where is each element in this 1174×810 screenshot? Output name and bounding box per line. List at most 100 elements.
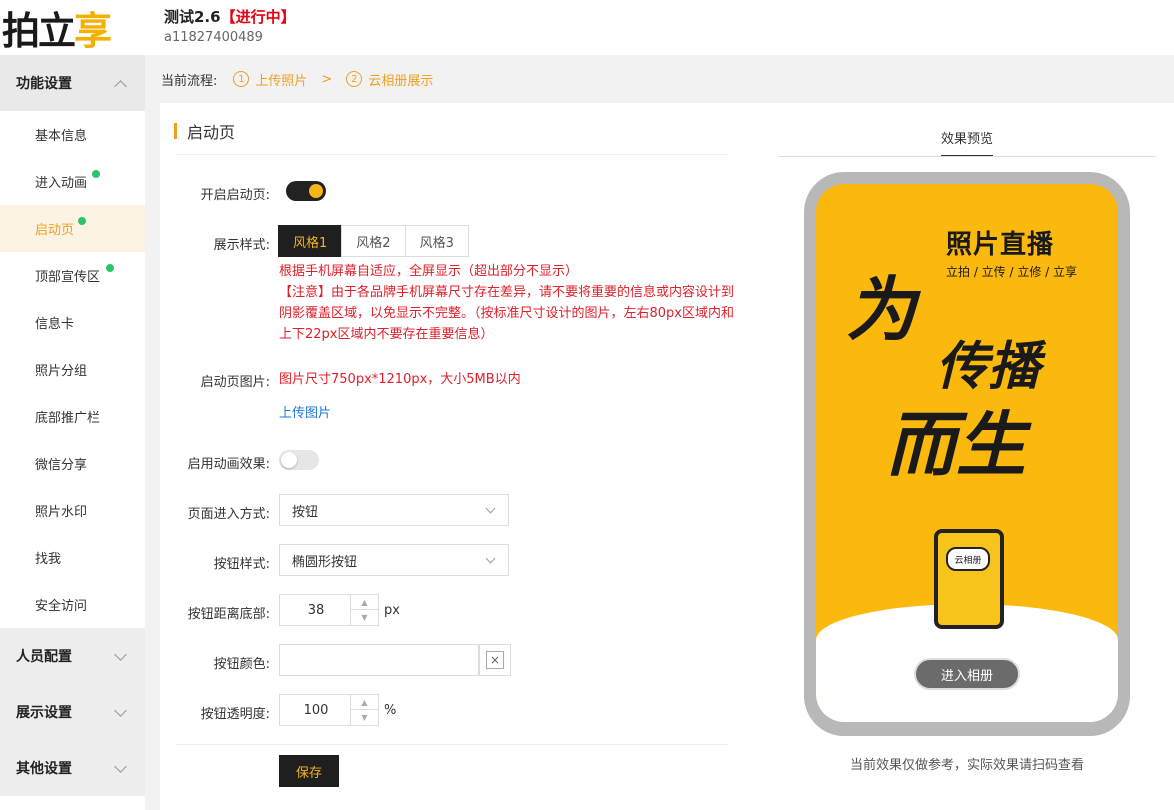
sidebar-item-label: 信息卡 [35, 317, 75, 332]
chevron-up-icon [114, 80, 127, 93]
step-label: 云相册展示 [368, 73, 434, 89]
project-name: 测试2.6 [164, 8, 221, 26]
sidebar-item-top-promo[interactable]: 顶部宣传区 [0, 252, 145, 299]
button-bottom-stepper[interactable]: 38 ▲ ▼ [279, 594, 379, 626]
style-option-1[interactable]: 风格1 [278, 225, 343, 257]
section-title-text: 启动页 [187, 123, 236, 142]
app-label: 云相册 [946, 547, 990, 571]
style-option-3[interactable]: 风格3 [404, 225, 469, 257]
sidebar-group-label: 功能设置 [16, 76, 72, 92]
button-bottom-value[interactable]: 38 [280, 595, 352, 625]
process-bar: 当前流程: 1 上传照片 > 2 云相册展示 [145, 55, 1174, 103]
badge-title: 照片直播 [946, 230, 1055, 260]
brand-logo: 拍立享 [2, 4, 112, 53]
sidebar-item-label: 照片分组 [35, 364, 88, 379]
sidebar-item-info-card[interactable]: 信息卡 [0, 299, 145, 346]
decrement-icon[interactable]: ▼ [351, 610, 378, 625]
upload-image-link[interactable]: 上传图片 [279, 402, 331, 421]
sidebar-item-find-me[interactable]: 找我 [0, 534, 145, 581]
sidebar-item-basic-info[interactable]: 基本信息 [0, 111, 145, 158]
divider [176, 744, 728, 745]
save-button[interactable]: 保存 [279, 755, 339, 787]
chevron-down-icon [485, 503, 496, 514]
badge-subtitle: 立拍 / 立传 / 立修 / 立享 [946, 265, 1078, 279]
sidebar-item-watermark[interactable]: 照片水印 [0, 487, 145, 534]
sidebar-group-other[interactable]: 其他设置 [0, 740, 145, 796]
button-bottom-label: 按钮距离底部: [187, 607, 270, 622]
sidebar-item-photo-groups[interactable]: 照片分组 [0, 346, 145, 393]
button-opacity-label: 按钮透明度: [200, 707, 270, 722]
process-label: 当前流程: [161, 73, 218, 89]
enter-mode-select[interactable]: 按钮 [279, 494, 509, 526]
step-number: 2 [346, 71, 363, 87]
button-opacity-value[interactable]: 100 [280, 695, 352, 725]
sidebar-group-display[interactable]: 展示设置 [0, 684, 145, 740]
sidebar-item-wechat-share[interactable]: 微信分享 [0, 440, 145, 487]
opacity-unit: % [384, 703, 397, 718]
chevron-down-icon [485, 553, 496, 564]
preview-title-text: 效果预览 [940, 128, 993, 157]
button-style-value: 椭圆形按钮 [292, 554, 358, 570]
sidebar-item-secure-access[interactable]: 安全访问 [0, 581, 145, 628]
fit-note: 根据手机屏幕自适应，全屏显示（超出部分不显示） [279, 264, 579, 279]
sidebar-item-enter-animation[interactable]: 进入动画 [0, 158, 145, 205]
style-option-2[interactable]: 风格2 [341, 225, 406, 257]
phone-screen: 照片直播 立拍 / 立传 / 立修 / 立享 为 传播 而生 云相册 进入相册 [816, 184, 1118, 722]
step-number: 1 [233, 71, 250, 87]
sidebar-group-label: 其他设置 [16, 761, 72, 777]
divider [778, 156, 1156, 157]
hand-phone-illustration: 云相册 [934, 529, 1004, 629]
sidebar-item-bottom-promo[interactable]: 底部推广栏 [0, 393, 145, 440]
sidebar-item-label: 微信分享 [35, 458, 88, 473]
slogan-line-3: 而生 [886, 403, 1026, 486]
logo-text-a: 拍立 [2, 8, 76, 53]
decrement-icon[interactable]: ▼ [351, 710, 378, 725]
stepper-buttons: ▲ ▼ [350, 695, 378, 725]
close-icon: × [486, 651, 504, 669]
preview-tab[interactable]: 效果预览 [778, 128, 1156, 157]
enable-launch-label: 开启启动页: [200, 188, 270, 203]
color-clear-button[interactable]: × [479, 644, 511, 676]
live-badge: 照片直播 立拍 / 立传 / 立修 / 立享 [946, 224, 1096, 280]
sidebar-group-label: 展示设置 [16, 705, 72, 721]
divider [176, 154, 728, 155]
sidebar-item-launch-page[interactable]: 启动页 [0, 205, 145, 252]
enable-launch-toggle[interactable] [286, 181, 326, 201]
caution-note: 【注意】由于各品牌手机屏幕尺寸存在差异，请不要将重要的信息或内容设计到阴影覆盖区… [279, 285, 735, 342]
style-selector: 风格1 风格2 风格3 [278, 225, 469, 257]
logo-text-b: 享 [74, 8, 112, 53]
display-style-label: 展示样式: [213, 238, 270, 253]
button-style-select[interactable]: 椭圆形按钮 [279, 544, 509, 576]
sidebar-item-label: 底部推广栏 [35, 411, 101, 426]
sidebar: 功能设置 基本信息 进入动画 启动页 顶部宣传区 信息卡 照片分组 底部推广栏 … [0, 55, 145, 810]
enter-mode-label: 页面进入方式: [187, 507, 270, 522]
sidebar-item-label: 基本信息 [35, 129, 88, 144]
step-separator: > [321, 71, 333, 87]
animation-toggle[interactable] [279, 450, 319, 470]
slogan-line-2: 传播 [936, 336, 1041, 397]
bottom-unit: px [384, 603, 400, 618]
sidebar-item-label: 安全访问 [35, 599, 88, 614]
sidebar-item-label: 进入动画 [35, 176, 88, 191]
chevron-down-icon [114, 760, 127, 773]
enter-mode-value: 按钮 [292, 504, 319, 520]
sidebar-group-function[interactable]: 功能设置 [0, 55, 145, 111]
button-style-label: 按钮样式: [213, 557, 270, 572]
increment-icon[interactable]: ▲ [351, 595, 378, 610]
image-size-hint: 图片尺寸750px*1210px，大小5MB以内 [279, 372, 521, 387]
enter-album-button[interactable]: 进入相册 [914, 658, 1020, 690]
increment-icon[interactable]: ▲ [351, 695, 378, 710]
sidebar-item-label: 找我 [35, 552, 62, 567]
sidebar-item-label: 照片水印 [35, 505, 88, 520]
button-color-input[interactable] [279, 644, 479, 676]
chevron-down-icon [114, 648, 127, 661]
new-dot-icon [92, 170, 100, 178]
sidebar-item-label: 启动页 [35, 223, 75, 238]
launch-image-label: 启动页图片: [200, 375, 270, 390]
process-step-upload[interactable]: 1 上传照片 [233, 70, 307, 89]
project-id: a11827400489 [164, 30, 263, 45]
new-dot-icon [106, 264, 114, 272]
button-opacity-stepper[interactable]: 100 ▲ ▼ [279, 694, 379, 726]
sidebar-group-staff[interactable]: 人员配置 [0, 628, 145, 684]
process-step-album[interactable]: 2 云相册展示 [346, 70, 433, 89]
